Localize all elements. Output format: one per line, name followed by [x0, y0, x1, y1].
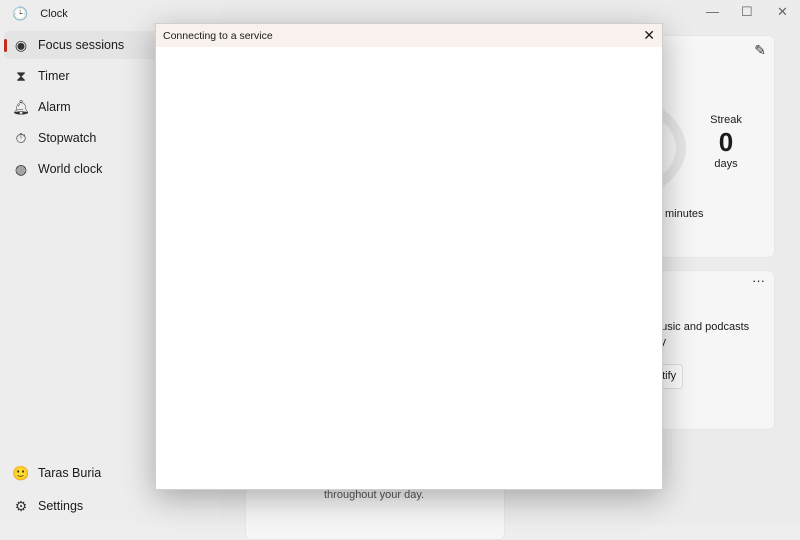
close-icon[interactable]: ✕ — [643, 27, 655, 44]
sidebar-item-settings[interactable]: ⚙ Settings — [4, 492, 214, 520]
dialog-title: Connecting to a service — [163, 29, 273, 42]
app-title: 🕒 Clock — [12, 6, 68, 21]
avatar: 🙂 — [12, 464, 30, 481]
edit-icon[interactable]: ✎ — [754, 42, 766, 59]
active-indicator — [4, 39, 7, 52]
more-options-icon[interactable]: ··· — [752, 273, 765, 288]
stopwatch-icon: ⏱︎ — [15, 129, 27, 146]
maximize-button[interactable]: ☐ — [741, 4, 753, 20]
clock-app-icon: 🕒 — [12, 6, 29, 21]
minutes-label: minutes — [665, 208, 704, 220]
minimize-button[interactable]: — — [706, 4, 719, 19]
close-window-button[interactable]: ✕ — [777, 4, 788, 20]
gear-icon: ⚙ — [14, 497, 28, 514]
connect-service-dialog: Connecting to a service ✕ — [155, 23, 663, 490]
globe-icon: ◍ — [14, 160, 28, 177]
focus-icon: ◉ — [14, 36, 28, 53]
bell-icon: 🔔︎ — [12, 98, 30, 115]
dialog-titlebar: Connecting to a service ✕ — [156, 24, 662, 47]
hourglass-icon: ⧗ — [16, 67, 26, 84]
